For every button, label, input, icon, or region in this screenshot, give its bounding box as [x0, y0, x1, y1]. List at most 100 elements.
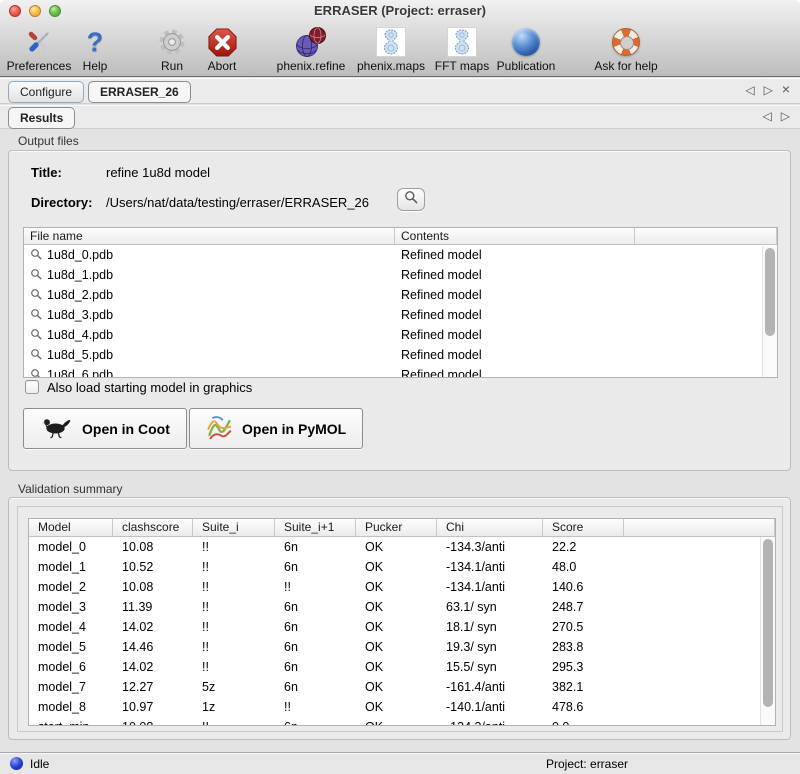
toolbar-button-phenix-maps[interactable]: phenix.maps — [355, 26, 427, 73]
magnifier-icon — [30, 368, 42, 379]
results-tabbar: Results ◁ ▷ — [0, 105, 800, 129]
column-header-empty — [635, 228, 777, 244]
magnifier-icon — [404, 190, 418, 209]
column-header-pucker[interactable]: Pucker — [356, 519, 437, 536]
table-row[interactable]: start_min 10.08 !! 6n OK -134.3/anti 0.0 — [29, 717, 775, 726]
load-starting-model-checkbox[interactable] — [25, 380, 39, 394]
table-row[interactable]: 1u8d_6.pdb Refined model — [24, 365, 777, 378]
table-row[interactable]: model_4 14.02 !! 6n OK 18.1/ syn 270.5 — [29, 617, 775, 637]
cell-chi: 63.1/ syn — [437, 600, 543, 614]
tab-scroll-right-icon[interactable]: ▷ — [764, 83, 773, 97]
vertical-scrollbar[interactable] — [760, 537, 775, 725]
scrollbar-thumb[interactable] — [765, 248, 775, 336]
cell-suite-i: !! — [193, 660, 275, 674]
table-row[interactable]: 1u8d_1.pdb Refined model — [24, 265, 777, 285]
toolbar-button-fft-maps[interactable]: FFT maps — [432, 26, 492, 73]
cell-score: 283.8 — [543, 640, 624, 654]
cell-pucker: OK — [356, 600, 437, 614]
table-row[interactable]: 1u8d_2.pdb Refined model — [24, 285, 777, 305]
validation-table-header: Model clashscore Suite_i Suite_i+1 Pucke… — [29, 519, 775, 537]
browse-directory-button[interactable] — [397, 188, 425, 211]
cell-pucker: OK — [356, 680, 437, 694]
toolbar-button-ask-for-help[interactable]: Ask for help — [591, 26, 661, 73]
table-row[interactable]: 1u8d_3.pdb Refined model — [24, 305, 777, 325]
table-row[interactable]: model_7 12.27 5z 6n OK -161.4/anti 382.1 — [29, 677, 775, 697]
column-header-file-name[interactable]: File name — [24, 228, 395, 244]
tab-scroll-left-icon[interactable]: ◁ — [745, 83, 754, 97]
tab-scroll-right-icon[interactable]: ▷ — [781, 109, 790, 123]
tab-erraser-26[interactable]: ERRASER_26 — [88, 81, 191, 103]
magnifier-icon — [30, 268, 42, 283]
cell-model: model_8 — [29, 700, 113, 714]
toolbar-button-help[interactable]: ? Help — [75, 26, 115, 73]
toolbar-label: Abort — [197, 59, 247, 73]
column-header-chi[interactable]: Chi — [437, 519, 543, 536]
cell-chi: -140.1/anti — [437, 700, 543, 714]
cell-model: model_1 — [29, 560, 113, 574]
phenix-maps-icon — [355, 26, 427, 58]
column-header-contents[interactable]: Contents — [395, 228, 635, 244]
validation-panel: Model clashscore Suite_i Suite_i+1 Pucke… — [17, 506, 783, 732]
cell-chi: -134.1/anti — [437, 580, 543, 594]
table-row[interactable]: model_0 10.08 !! 6n OK -134.3/anti 22.2 — [29, 537, 775, 557]
load-starting-model-label: Also load starting model in graphics — [47, 380, 252, 395]
cell-clashscore: 12.27 — [113, 680, 193, 694]
fft-maps-icon — [432, 26, 492, 58]
cell-suite-i: !! — [193, 620, 275, 634]
table-row[interactable]: 1u8d_4.pdb Refined model — [24, 325, 777, 345]
tab-results[interactable]: Results — [8, 107, 75, 129]
cell-model: model_5 — [29, 640, 113, 654]
file-contents: Refined model — [395, 268, 635, 282]
cell-suite-i1: 6n — [275, 680, 356, 694]
table-row[interactable]: 1u8d_0.pdb Refined model — [24, 245, 777, 265]
column-header-model[interactable]: Model — [29, 519, 113, 536]
open-in-coot-button[interactable]: Open in Coot — [23, 408, 187, 449]
directory-value: /Users/nat/data/testing/erraser/ERRASER_… — [106, 195, 369, 210]
table-row[interactable]: model_6 14.02 !! 6n OK 15.5/ syn 295.3 — [29, 657, 775, 677]
cell-clashscore: 14.02 — [113, 660, 193, 674]
file-contents: Refined model — [395, 308, 635, 322]
tab-nav-controls: ◁ ▷ — [763, 109, 790, 123]
validation-summary-group-label: Validation summary — [18, 482, 122, 496]
output-files-table-body: 1u8d_0.pdb Refined model — [24, 245, 777, 378]
cell-model: start_min — [29, 720, 113, 726]
scrollbar-thumb[interactable] — [763, 539, 773, 707]
cell-clashscore: 10.08 — [113, 580, 193, 594]
table-row[interactable]: model_5 14.46 !! 6n OK 19.3/ syn 283.8 — [29, 637, 775, 657]
cell-chi: 19.3/ syn — [437, 640, 543, 654]
file-name: 1u8d_0.pdb — [47, 248, 113, 262]
table-row[interactable]: model_8 10.97 1z !! OK -140.1/anti 478.6 — [29, 697, 775, 717]
cell-model: model_0 — [29, 540, 113, 554]
column-header-suite-i[interactable]: Suite_i — [193, 519, 275, 536]
file-name: 1u8d_3.pdb — [47, 308, 113, 322]
tab-close-icon[interactable]: × — [782, 83, 790, 97]
cell-pucker: OK — [356, 700, 437, 714]
open-in-pymol-button[interactable]: Open in PyMOL — [189, 408, 363, 449]
toolbar-button-phenix-refine[interactable]: phenix.refine — [272, 26, 350, 73]
tab-scroll-left-icon[interactable]: ◁ — [763, 109, 772, 123]
cell-suite-i1: 6n — [275, 620, 356, 634]
cell-model: model_6 — [29, 660, 113, 674]
table-row[interactable]: model_1 10.52 !! 6n OK -134.1/anti 48.0 — [29, 557, 775, 577]
toolbar-button-run[interactable]: Run — [150, 26, 194, 73]
toolbar-button-preferences[interactable]: Preferences — [4, 26, 74, 73]
cell-pucker: OK — [356, 720, 437, 726]
titlebar[interactable]: ERRASER (Project: erraser) — [0, 0, 800, 22]
pymol-ribbon-icon — [206, 414, 233, 444]
file-name: 1u8d_6.pdb — [47, 368, 113, 378]
column-header-clashscore[interactable]: clashscore — [113, 519, 193, 536]
cell-chi: -134.1/anti — [437, 560, 543, 574]
vertical-scrollbar[interactable] — [762, 246, 777, 377]
cell-suite-i: !! — [193, 640, 275, 654]
cell-suite-i1: 6n — [275, 560, 356, 574]
table-row[interactable]: model_2 10.08 !! !! OK -134.1/anti 140.6 — [29, 577, 775, 597]
toolbar-button-publication[interactable]: Publication — [493, 26, 559, 73]
table-row[interactable]: model_3 11.39 !! 6n OK 63.1/ syn 248.7 — [29, 597, 775, 617]
table-row[interactable]: 1u8d_5.pdb Refined model — [24, 345, 777, 365]
cell-clashscore: 14.02 — [113, 620, 193, 634]
cell-chi: -134.3/anti — [437, 720, 543, 726]
toolbar-button-abort[interactable]: Abort — [197, 26, 247, 73]
tab-configure[interactable]: Configure — [8, 81, 84, 103]
column-header-suite-i1[interactable]: Suite_i+1 — [275, 519, 356, 536]
column-header-score[interactable]: Score — [543, 519, 624, 536]
